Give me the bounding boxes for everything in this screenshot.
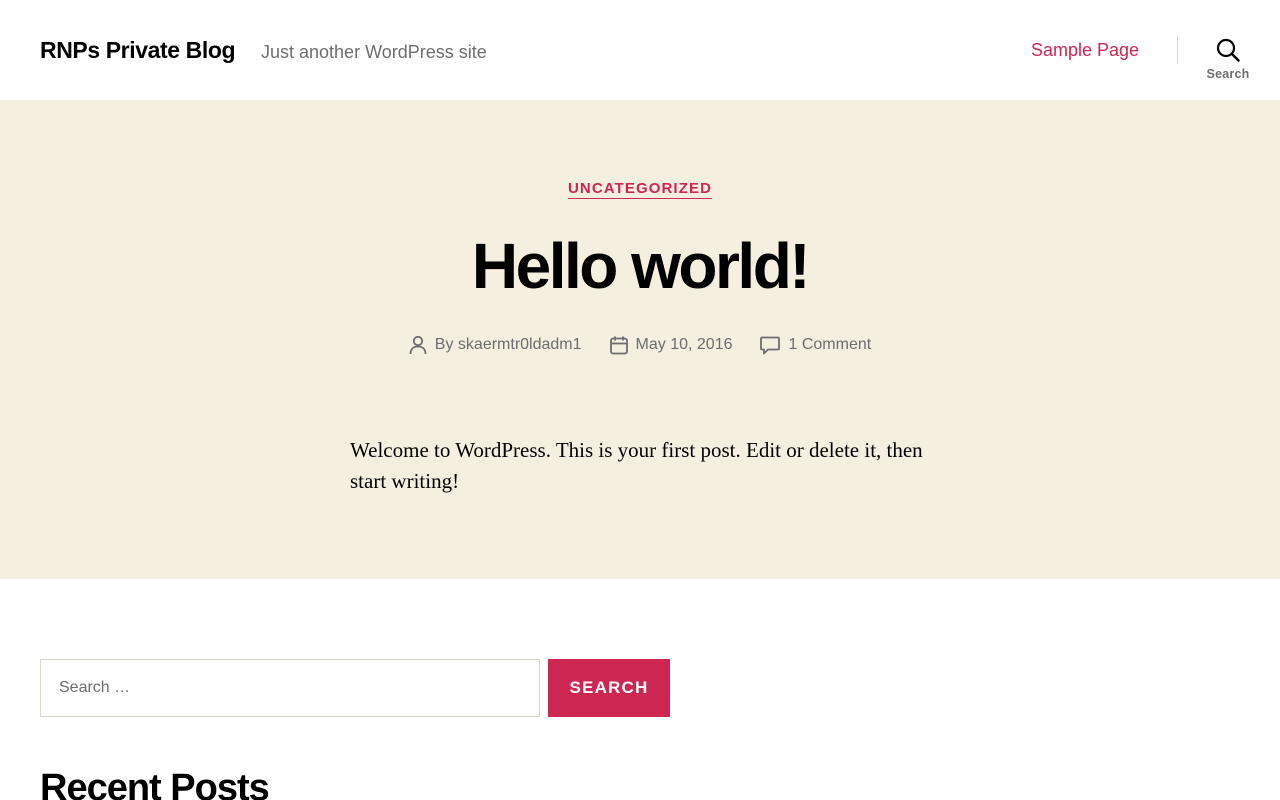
search-icon [1216,38,1240,62]
recent-posts-title: Recent Posts [40,767,270,800]
nav-item-sample-page[interactable]: Sample Page [1031,38,1139,62]
author-prefix: By [434,336,454,353]
comment-icon [760,336,781,354]
site-title-link[interactable]: RNPs Private Blog [40,36,236,64]
post-content: Welcome to WordPress. This is your first… [350,438,923,493]
site-description: Just another WordPress site [261,42,487,62]
search-toggle-button[interactable]: Search [1198,30,1258,90]
post-hero: Uncategorized Hello world! By skaermtr0l… [0,100,1280,579]
post-date: May 10, 2016 [609,334,733,356]
date-link[interactable]: May 10, 2016 [636,334,733,356]
person-icon [409,335,427,355]
search-form: Search [40,659,670,717]
calendar-icon [609,336,628,354]
search-input[interactable] [40,659,540,717]
post-author: By skaermtr0ldadm1 [409,334,582,356]
search-toggle-label: Search [1206,67,1250,81]
nav-divider [1177,36,1178,64]
comments-link[interactable]: 1 Comment [788,334,871,356]
category-link[interactable]: Uncategorized [567,180,713,199]
post-comments: 1 Comment [760,334,871,356]
post-title: Hello world! [471,230,811,302]
site-header: RNPs Private Blog Just another WordPress… [0,0,1280,100]
author-link[interactable]: skaermtr0ldadm1 [458,336,582,353]
post-category: Uncategorized [0,180,1280,199]
post-meta: By skaermtr0ldadm1 May 10, 2016 1 Commen… [0,334,1280,356]
search-submit-button[interactable]: Search [548,659,670,717]
